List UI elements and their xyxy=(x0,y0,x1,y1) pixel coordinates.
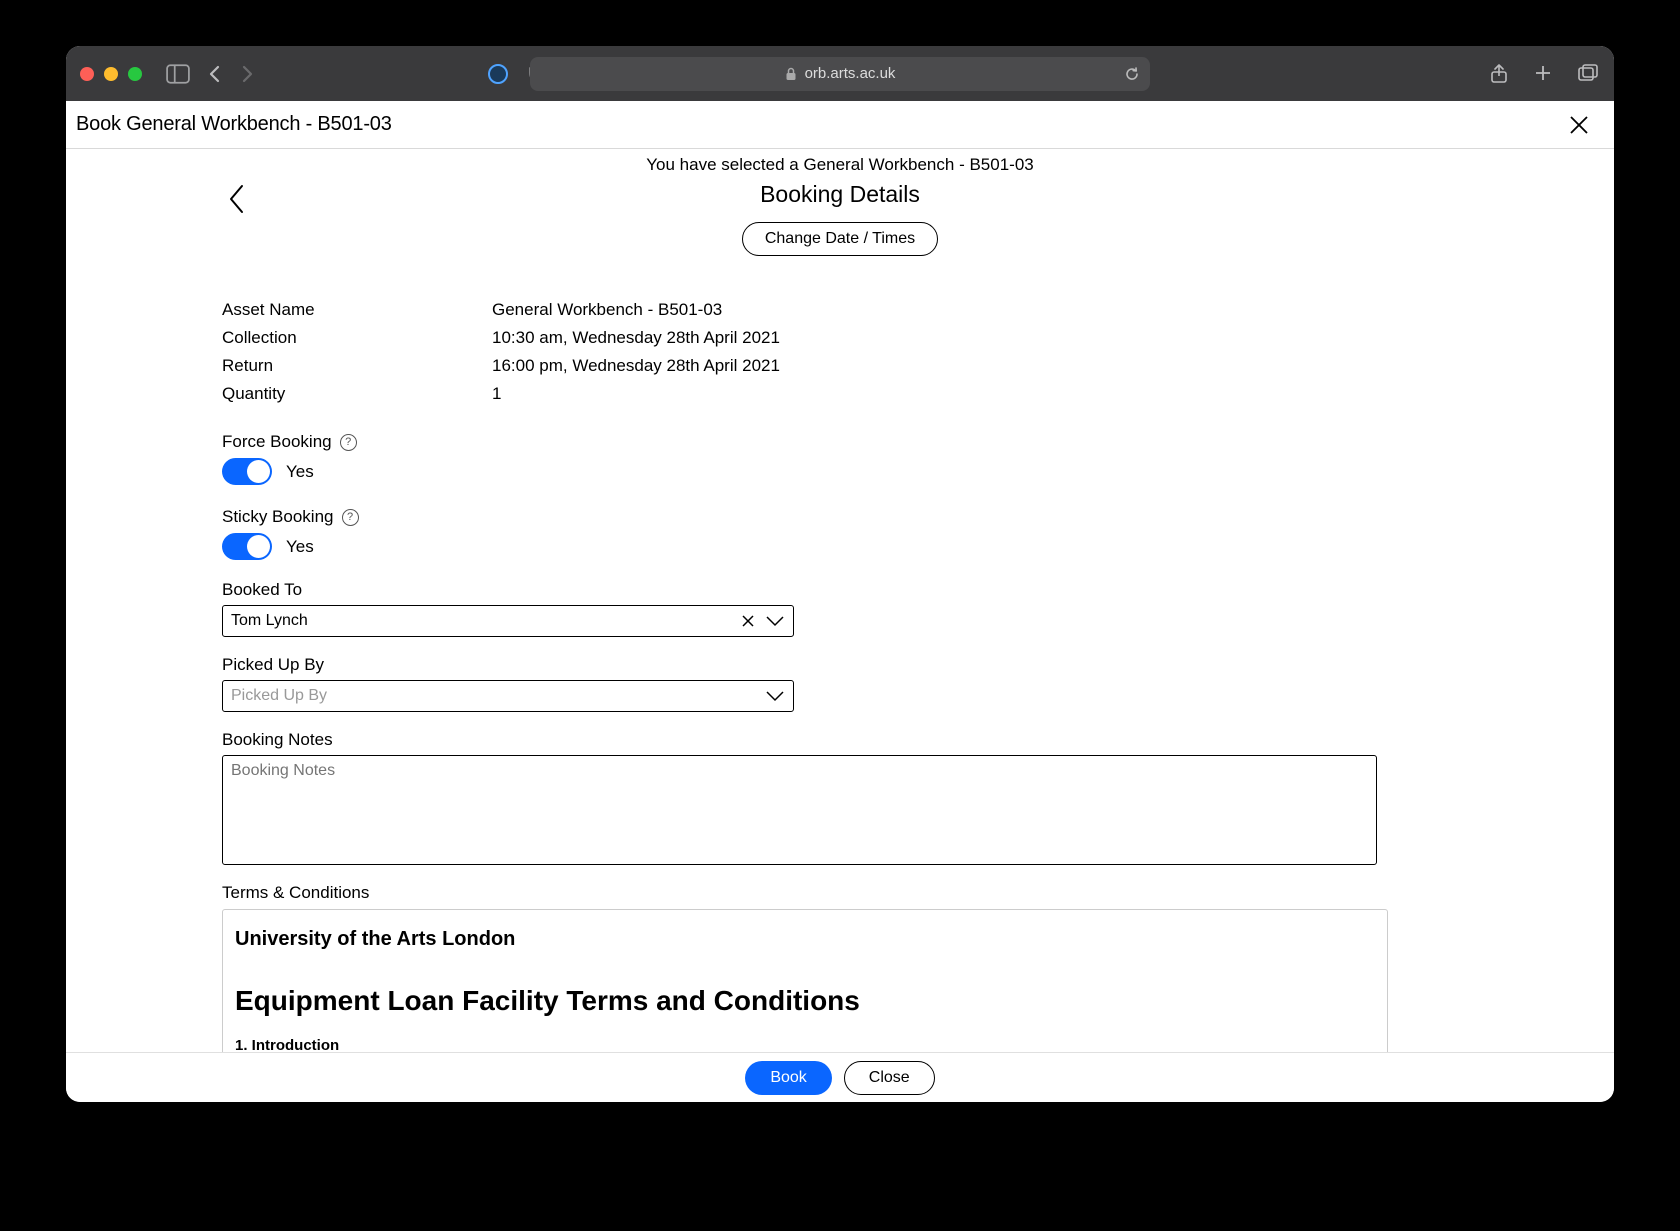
back-icon[interactable] xyxy=(222,179,250,219)
window-close-icon[interactable] xyxy=(80,67,94,81)
modal-title: Book General Workbench - B501-03 xyxy=(76,113,392,136)
chevron-down-icon[interactable] xyxy=(765,690,785,702)
change-date-times-button[interactable]: Change Date / Times xyxy=(742,222,938,256)
browser-titlebar: orb.arts.ac.uk xyxy=(66,46,1614,101)
quantity-value: 1 xyxy=(492,384,501,404)
tabs-overview-icon[interactable] xyxy=(1578,64,1598,84)
booking-notes-textarea[interactable] xyxy=(222,755,1377,865)
collection-label: Collection xyxy=(222,328,492,348)
window-minimize-icon[interactable] xyxy=(104,67,118,81)
terms-org: University of the Arts London xyxy=(235,928,1375,951)
asset-name-label: Asset Name xyxy=(222,300,492,320)
close-button[interactable]: Close xyxy=(844,1061,935,1095)
return-label: Return xyxy=(222,356,492,376)
page-title: Booking Details xyxy=(66,181,1614,208)
terms-title: Equipment Loan Facility Terms and Condit… xyxy=(235,985,1375,1017)
modal-content: You have selected a General Workbench - … xyxy=(66,149,1614,1052)
selected-asset-text: You have selected a General Workbench - … xyxy=(66,155,1614,175)
return-value: 16:00 pm, Wednesday 28th April 2021 xyxy=(492,356,780,376)
picked-up-by-label: Picked Up By xyxy=(222,655,324,675)
lock-icon xyxy=(785,67,797,81)
booked-to-value: Tom Lynch xyxy=(231,612,785,630)
nav-forward-icon[interactable] xyxy=(240,65,254,83)
quantity-label: Quantity xyxy=(222,384,492,404)
modal-header: Book General Workbench - B501-03 xyxy=(66,101,1614,149)
window-controls xyxy=(80,67,142,81)
browser-window: orb.arts.ac.uk Book General Workbench - … xyxy=(66,46,1614,1102)
extension-1password-icon[interactable] xyxy=(488,64,508,84)
picked-up-by-select[interactable]: Picked Up By xyxy=(222,680,794,712)
chevron-down-icon[interactable] xyxy=(765,615,785,627)
sticky-booking-label: Sticky Booking xyxy=(222,507,334,527)
share-icon[interactable] xyxy=(1490,64,1508,84)
modal-footer: Book Close xyxy=(66,1052,1614,1102)
booked-to-select[interactable]: Tom Lynch xyxy=(222,605,794,637)
force-booking-value: Yes xyxy=(286,462,314,482)
picked-up-by-placeholder: Picked Up By xyxy=(231,687,785,705)
nav-back-icon[interactable] xyxy=(208,65,222,83)
reload-icon[interactable] xyxy=(1124,66,1140,82)
help-icon[interactable]: ? xyxy=(342,509,359,526)
sidebar-toggle[interactable] xyxy=(166,62,190,86)
terms-label: Terms & Conditions xyxy=(222,883,369,903)
booking-notes-label: Booking Notes xyxy=(222,730,333,750)
terms-section-heading: 1. Introduction xyxy=(235,1037,1375,1052)
force-booking-label: Force Booking xyxy=(222,432,332,452)
sticky-booking-toggle[interactable] xyxy=(222,533,272,560)
asset-name-value: General Workbench - B501-03 xyxy=(492,300,722,320)
terms-box[interactable]: University of the Arts London Equipment … xyxy=(222,909,1388,1052)
book-button[interactable]: Book xyxy=(745,1061,831,1095)
close-icon[interactable] xyxy=(1566,112,1592,138)
new-tab-icon[interactable] xyxy=(1534,64,1552,84)
force-booking-toggle[interactable] xyxy=(222,458,272,485)
booked-to-label: Booked To xyxy=(222,580,302,600)
clear-icon[interactable] xyxy=(741,614,755,628)
address-bar[interactable]: orb.arts.ac.uk xyxy=(530,57,1150,91)
url-text: orb.arts.ac.uk xyxy=(805,65,896,82)
window-zoom-icon[interactable] xyxy=(128,67,142,81)
sticky-booking-value: Yes xyxy=(286,537,314,557)
help-icon[interactable]: ? xyxy=(340,434,357,451)
collection-value: 10:30 am, Wednesday 28th April 2021 xyxy=(492,328,780,348)
